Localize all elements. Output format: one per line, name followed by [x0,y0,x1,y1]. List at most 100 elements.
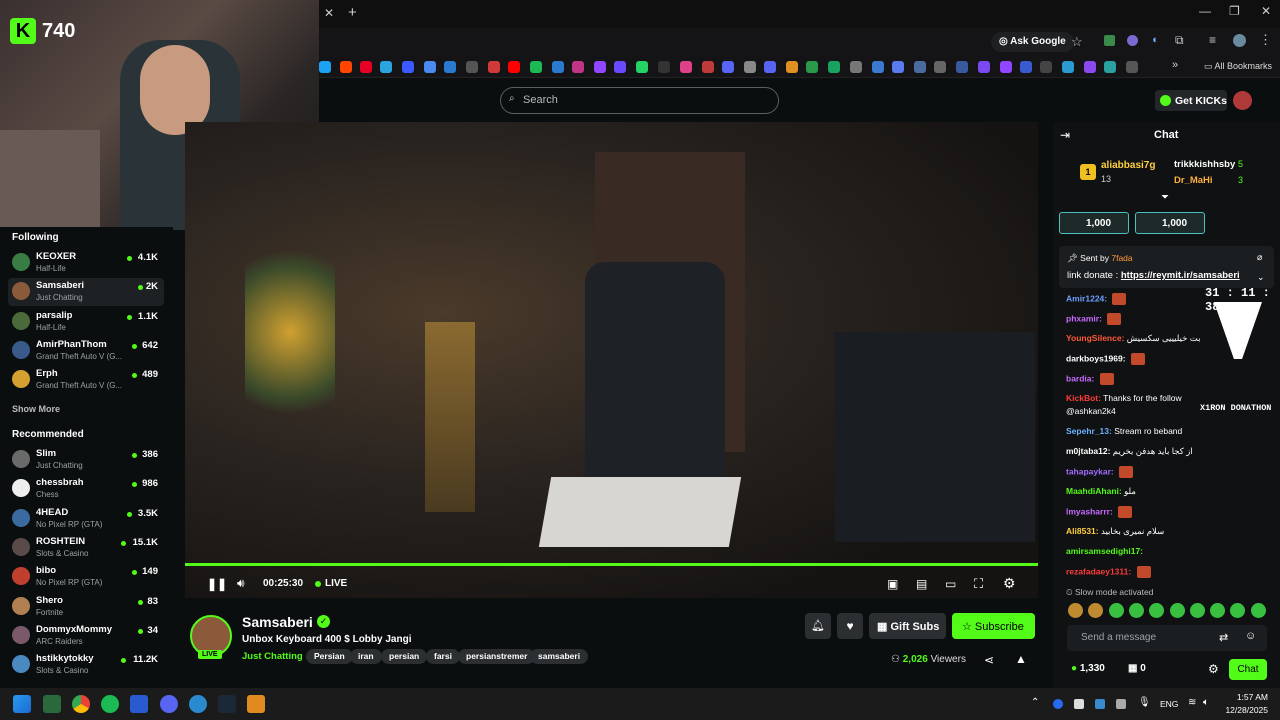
bookmark-icon[interactable] [806,61,818,73]
bookmark-icon[interactable] [978,61,990,73]
streamer-name[interactable]: Samsaberi [242,614,313,630]
sidebar-channel-dommyxmommy[interactable]: DommyxMommy ARC Raiders 34 [8,622,164,650]
sidebar-channel-samsaberi[interactable]: Samsaberi Just Chatting 2K [8,278,164,307]
theater-mode-icon[interactable]: ▭ [945,577,956,591]
settings-gear-icon[interactable]: ⚙ [1003,575,1016,592]
extension-icon[interactable] [1104,35,1115,46]
bookmark-icon[interactable] [680,61,692,73]
sidebar-channel-4head[interactable]: 4HEAD No Pixel RP (GTA) 3.5K [8,505,164,533]
bookmark-icon[interactable] [702,61,714,73]
bookmark-icon[interactable] [744,61,756,73]
bookmark-icon[interactable] [1040,61,1052,73]
chat-username[interactable]: lmyasharrr: [1066,506,1113,516]
bookmark-icon[interactable] [572,61,584,73]
bookmark-icon[interactable] [828,61,840,73]
chrome-icon[interactable] [72,695,90,713]
bookmark-icon[interactable] [444,61,456,73]
taskbar-app-icon[interactable] [247,695,265,713]
show-more-link[interactable]: Show More [12,404,60,414]
pinned-user[interactable]: 7fada [1111,253,1132,263]
chat-username[interactable]: MaahdiAhani: [1066,486,1122,496]
bookmark-icon[interactable] [956,61,968,73]
tag-chip[interactable]: persianstremer [458,649,536,664]
windows-start-icon[interactable] [13,695,31,713]
sidebar-channel-hstikkytokky[interactable]: hstikkytokky Slots & Casino 11.2K [8,651,164,679]
microphone-icon[interactable]: 🎙︎ [1138,697,1151,708]
filter-icon[interactable]: ⏷ [1161,192,1169,203]
bookmark-star-icon[interactable]: ☆ [1071,34,1083,50]
chat-username[interactable]: Sepehr_13: [1066,426,1112,436]
tray-app-icon[interactable] [1053,699,1063,709]
chat-username[interactable]: phxamir: [1066,313,1102,323]
sidebar-channel-roshtein[interactable]: ROSHTEIN Slots & Casino 15.1K [8,534,164,562]
all-bookmarks-button[interactable]: ▭ All Bookmarks [1204,61,1272,72]
notification-bell-icon[interactable]: 🔔︎ [805,613,831,639]
bookmark-icon[interactable] [764,61,776,73]
bookmark-icon[interactable] [466,61,478,73]
emote-picker-icon[interactable] [1210,603,1226,618]
collapse-chat-icon[interactable]: ⇥ [1060,128,1070,142]
steam-icon[interactable] [218,695,236,713]
volume-icon[interactable]: 🔊︎ [237,576,245,591]
emote-picker-icon[interactable] [1068,603,1083,618]
gift-pill[interactable]: 1,000 [1059,212,1129,234]
gift-pill[interactable]: 1,000 [1135,212,1205,234]
video-player[interactable] [185,122,1038,598]
tag-chip[interactable]: persian [381,649,428,664]
ask-google-button[interactable]: ◎ Ask Google [991,32,1074,52]
profile-avatar[interactable] [1233,34,1246,47]
subscribe-button[interactable]: ☆ Subscribe [952,613,1035,639]
bookmark-icon[interactable] [360,61,372,73]
sidebar-channel-chessbrah[interactable]: chessbrah Chess 986 [8,475,164,503]
emote-picker-icon[interactable] [1250,603,1266,618]
tag-chip[interactable]: farsi [426,649,460,664]
pause-icon[interactable]: ❚❚ [207,577,227,591]
bookmark-icon[interactable] [402,61,414,73]
emoji-icon[interactable]: ☺ [1245,630,1256,642]
chat-username[interactable]: Amir1224: [1066,293,1107,303]
bookmark-icon[interactable] [1104,61,1116,73]
bookmark-icon[interactable] [340,61,352,73]
emote-picker-icon[interactable] [1189,603,1205,618]
bookmark-icon[interactable] [914,61,926,73]
tag-chip[interactable]: Persian [306,649,353,664]
tray-overflow-icon[interactable]: ⌃ [1031,697,1039,708]
taskbar-app-icon[interactable] [43,695,61,713]
unpin-icon[interactable]: ⌀ [1257,252,1262,263]
tray-app-icon[interactable] [1074,699,1084,709]
bookmark-icon[interactable] [658,61,670,73]
chat-username[interactable]: Ali8531: [1066,526,1099,536]
sidebar-channel-amirphanthom[interactable]: AmirPhanThom Grand Theft Auto V (G... 642 [8,337,164,365]
chat-username[interactable]: KickBot: [1066,393,1101,403]
report-icon[interactable]: ▲ [1015,652,1027,666]
tray-app-icon[interactable] [1095,699,1105,709]
chat-username[interactable]: m0jtaba12: [1066,446,1110,456]
bookmark-icon[interactable] [1084,61,1096,73]
bookmark-icon[interactable] [934,61,946,73]
bookmark-icon[interactable] [614,61,626,73]
bookmark-icon[interactable] [872,61,884,73]
emote-picker-icon[interactable] [1108,603,1124,618]
reading-list-icon[interactable]: ≡ [1209,33,1216,47]
bookmark-icon[interactable] [1020,61,1032,73]
bookmark-icon[interactable] [722,61,734,73]
sidebar-channel-slim[interactable]: Slim Just Chatting 386 [8,446,164,474]
bookmark-icon[interactable] [1000,61,1012,73]
bookmark-icon[interactable] [786,61,798,73]
fullscreen-icon[interactable]: ⛶ [974,576,983,592]
emote-picker-icon[interactable] [1128,603,1144,618]
taskbar-app-icon[interactable] [189,695,207,713]
leader-name[interactable]: Dr_MaHi [1174,175,1213,186]
speaker-icon[interactable]: 🔈︎ [1203,697,1209,708]
points-balance[interactable]: ● 1,330 [1071,663,1105,674]
bookmark-icon[interactable] [552,61,564,73]
bookmark-icon[interactable] [892,61,904,73]
pinned-link[interactable]: https://reymit.ir/samsaberi [1121,270,1240,281]
bookmarks-overflow-icon[interactable]: » [1172,59,1178,71]
maximize-icon[interactable]: ❐ [1229,4,1240,18]
chat-settings-icon[interactable]: ⚙ [1208,662,1219,676]
get-kicks-button[interactable]: Get KICKs [1155,90,1227,111]
bookmark-icon[interactable] [424,61,436,73]
clip-icon[interactable]: ▤ [916,577,927,591]
sidebar-channel-parsalip[interactable]: parsalip Half-Life 1.1K [8,308,164,336]
